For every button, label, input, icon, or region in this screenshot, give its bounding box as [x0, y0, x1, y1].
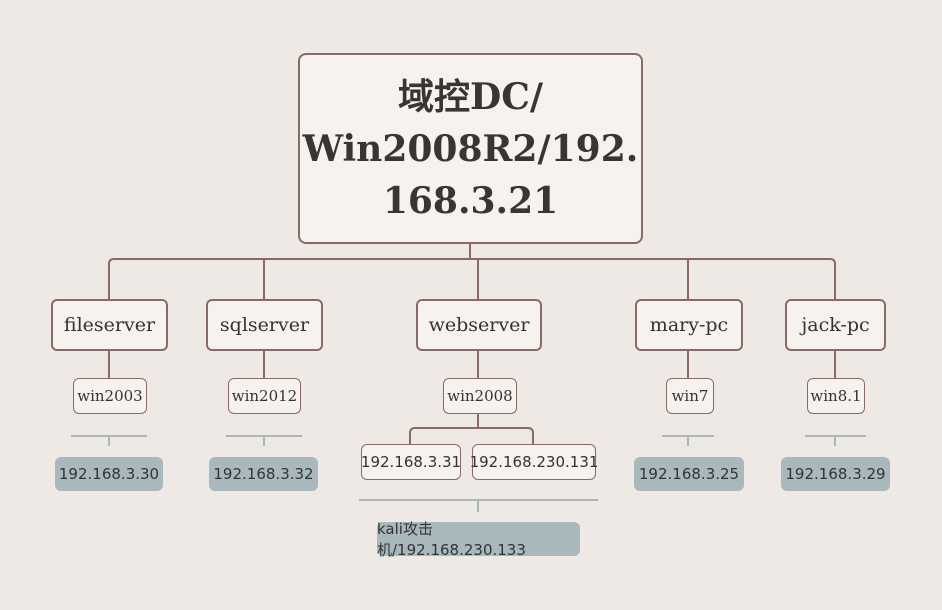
os-node-jack-pc: win8.1	[807, 378, 865, 414]
os-node-sqlserver: win2012	[228, 378, 301, 414]
root-node-domain-controller: 域控DC/ Win2008R2/192. 168.3.21	[298, 53, 643, 244]
os-node-fileserver: win2003	[73, 378, 147, 414]
ip-leaf-label: kali攻击机/192.168.230.133	[377, 520, 526, 559]
os-label: win7	[671, 387, 709, 405]
ip-leaf-kali-attacker: kali攻击机/192.168.230.133	[377, 520, 580, 559]
host-node-jack-pc: jack-pc	[785, 299, 886, 351]
ip-leaf-mary-pc: 192.168.3.25	[634, 457, 744, 491]
ip-leaf-label: 192.168.3.25	[638, 465, 740, 483]
ip-leaf-label: 192.168.3.32	[213, 465, 314, 483]
os-label: win2012	[231, 387, 298, 405]
os-label: win2008	[447, 387, 513, 405]
host-label: mary-pc	[649, 314, 729, 336]
host-label: fileserver	[63, 314, 156, 336]
host-node-fileserver: fileserver	[51, 299, 168, 351]
ip-leaf-label: 192.168.3.30	[58, 465, 160, 483]
bus-line	[108, 258, 836, 300]
ip-node-webserver-dmz: 192.168.230.131	[469, 444, 599, 480]
os-node-webserver: win2008	[443, 378, 517, 414]
os-label: win2003	[77, 387, 143, 405]
os-label: win8.1	[810, 387, 862, 405]
host-node-mary-pc: mary-pc	[635, 299, 743, 351]
ip-leaf-jack-pc: 192.168.3.29	[781, 457, 890, 491]
host-label: webserver	[428, 314, 530, 336]
ip-leaf-label: 192.168.3.29	[785, 465, 886, 483]
host-node-webserver: webserver	[416, 299, 542, 351]
os-node-mary-pc: win7	[666, 378, 714, 414]
ip-leaf-sqlserver: 192.168.3.32	[209, 457, 318, 491]
root-line-2: Win2008R2/192.	[302, 127, 639, 170]
root-line-3: 168.3.21	[382, 179, 559, 222]
ip-label: 192.168.230.131	[469, 453, 599, 471]
ip-node-webserver-lan: 192.168.3.31	[361, 444, 461, 480]
root-line-1: 域控DC/	[397, 75, 544, 118]
ip-label: 192.168.3.31	[360, 453, 462, 471]
ip-leaf-fileserver: 192.168.3.30	[55, 457, 163, 491]
link-win2008-ips	[409, 427, 534, 444]
host-node-sqlserver: sqlserver	[206, 299, 323, 351]
host-label: sqlserver	[219, 314, 310, 336]
host-label: jack-pc	[801, 314, 870, 336]
